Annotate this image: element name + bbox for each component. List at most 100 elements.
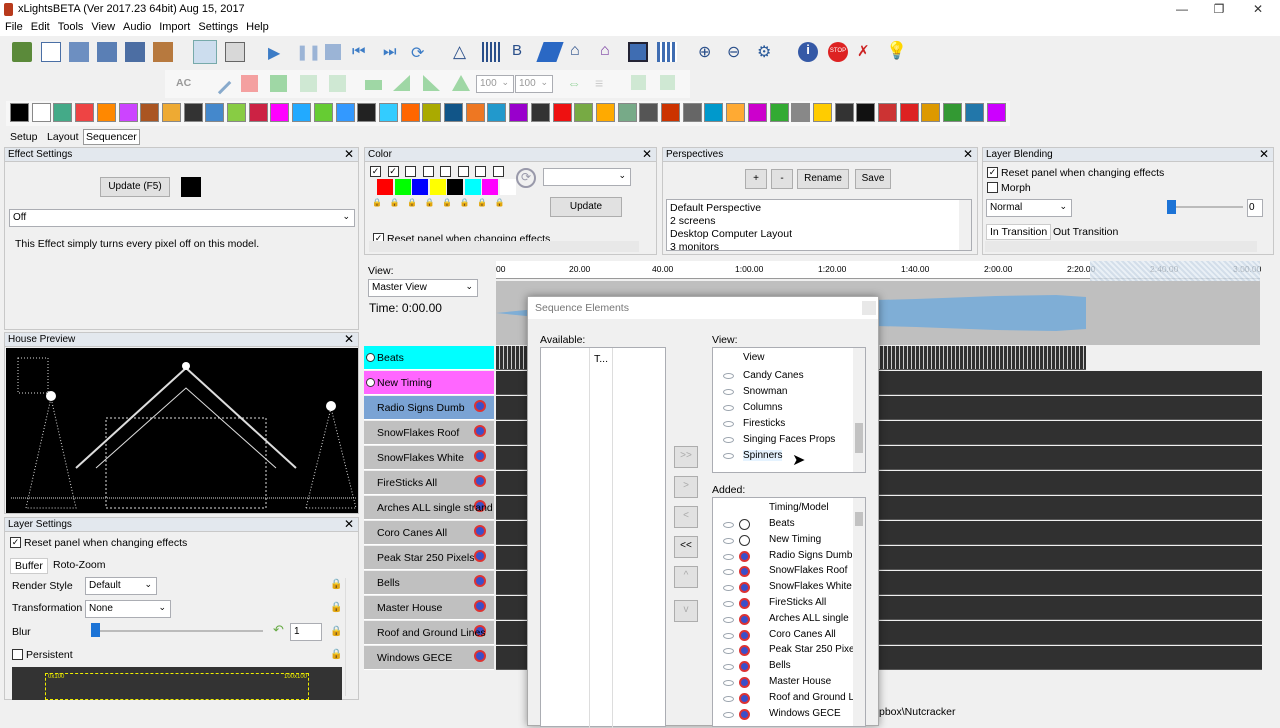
effect-icon[interactable] bbox=[227, 103, 246, 122]
intensity-icon[interactable] bbox=[365, 80, 382, 90]
swatch-checkbox[interactable] bbox=[422, 166, 434, 177]
menu-edit[interactable]: Edit bbox=[26, 20, 53, 33]
new-sequence-icon[interactable] bbox=[41, 42, 61, 62]
dialog-close-button[interactable] bbox=[862, 301, 876, 315]
timing-icon[interactable] bbox=[482, 42, 502, 62]
eye-icon[interactable] bbox=[723, 695, 734, 702]
grid-icon[interactable] bbox=[657, 42, 677, 62]
effect-icon[interactable] bbox=[661, 103, 680, 122]
color-swatch[interactable] bbox=[447, 179, 463, 195]
effect-icon[interactable] bbox=[465, 103, 485, 122]
save-perspective-button[interactable]: Save bbox=[855, 169, 891, 189]
effect-icon[interactable] bbox=[335, 103, 355, 122]
list-item[interactable]: Firesticks bbox=[743, 418, 785, 429]
lock-icon[interactable]: 🔒 bbox=[495, 198, 505, 207]
color-swatch[interactable] bbox=[394, 179, 411, 195]
list-item[interactable]: 2 screens bbox=[670, 215, 716, 227]
grid-vscroll[interactable] bbox=[1262, 345, 1274, 685]
effect-icon[interactable] bbox=[726, 103, 746, 122]
render-style-select[interactable]: Default ⌄ bbox=[85, 577, 157, 595]
move-all-right-button[interactable]: >> bbox=[674, 446, 698, 468]
effect-icon[interactable] bbox=[509, 103, 529, 122]
remove-perspective-button[interactable]: - bbox=[771, 169, 793, 189]
effect-icon[interactable] bbox=[422, 103, 442, 122]
blending-reset-checkbox[interactable]: ✓ bbox=[987, 167, 998, 178]
save-as-icon[interactable] bbox=[125, 42, 145, 62]
list-item[interactable]: Arches ALL single bbox=[769, 613, 849, 624]
effect-icon[interactable] bbox=[487, 103, 507, 122]
effect-icon[interactable] bbox=[812, 103, 832, 122]
ramp-up-icon[interactable] bbox=[393, 75, 410, 91]
color-swatch[interactable] bbox=[429, 179, 446, 195]
reset-arrow-icon[interactable]: ↶ bbox=[273, 622, 284, 638]
color-swatch[interactable] bbox=[181, 177, 201, 197]
rewind-icon[interactable]: ⏮ bbox=[352, 43, 372, 63]
close-icon[interactable]: ✕ bbox=[963, 147, 973, 161]
paste-by-time-icon[interactable] bbox=[225, 42, 245, 62]
view-list-header[interactable]: View bbox=[743, 352, 765, 363]
effect-icon[interactable] bbox=[10, 103, 29, 122]
eye-icon[interactable] bbox=[723, 680, 734, 686]
list-item[interactable]: Beats bbox=[769, 518, 795, 529]
paste-by-cell-icon[interactable] bbox=[193, 40, 217, 64]
menu-import[interactable]: Import bbox=[154, 20, 193, 33]
eye-icon[interactable] bbox=[723, 453, 734, 459]
effect-icon[interactable] bbox=[96, 103, 116, 122]
close-icon[interactable]: ✕ bbox=[1259, 147, 1269, 161]
eye-icon[interactable] bbox=[723, 711, 734, 718]
stop-icon[interactable] bbox=[325, 44, 341, 60]
effect-icon[interactable] bbox=[856, 103, 876, 122]
settings-gear-icon[interactable]: ⚙ bbox=[757, 42, 777, 62]
effect-icon[interactable] bbox=[552, 103, 572, 122]
row-header[interactable]: Coro Canes All bbox=[364, 521, 494, 545]
row-header[interactable]: New Timing bbox=[364, 371, 494, 395]
list-item[interactable]: 3 monitors bbox=[670, 241, 719, 253]
tab-sequencer[interactable]: Sequencer bbox=[83, 129, 140, 145]
blend-mode-select[interactable]: Normal ⌄ bbox=[986, 199, 1072, 217]
ac-end-spin[interactable]: 100 ⌄ bbox=[515, 75, 553, 93]
eye-icon[interactable] bbox=[723, 373, 734, 379]
swatch-checkbox[interactable]: ✓ bbox=[370, 166, 381, 177]
color-swatch[interactable] bbox=[482, 179, 498, 195]
available-col-header[interactable]: T... bbox=[594, 353, 608, 365]
eye-icon[interactable] bbox=[723, 632, 734, 639]
eye-icon[interactable] bbox=[723, 648, 734, 655]
rename-perspective-button[interactable]: Rename bbox=[797, 169, 849, 189]
list-item[interactable]: Candy Canes bbox=[743, 370, 804, 381]
lock-icon[interactable]: 🔒 bbox=[330, 626, 342, 637]
added-scroll-thumb[interactable] bbox=[855, 512, 863, 526]
close-icon[interactable]: ✕ bbox=[344, 332, 354, 346]
effect-icon[interactable] bbox=[444, 103, 463, 122]
close-icon[interactable]: ✕ bbox=[344, 517, 354, 531]
effect-icon[interactable] bbox=[357, 103, 377, 122]
ramp-down-icon[interactable] bbox=[423, 75, 440, 91]
swatch-checkbox[interactable] bbox=[492, 166, 504, 177]
model-preview-icon[interactable]: ⌂ bbox=[570, 42, 590, 62]
eye-icon[interactable] bbox=[723, 553, 734, 560]
lock-icon[interactable]: 🔒 bbox=[330, 579, 342, 590]
row-header[interactable]: FireSticks All bbox=[364, 471, 494, 495]
eye-icon[interactable] bbox=[723, 389, 734, 395]
effect-icon[interactable] bbox=[313, 103, 333, 122]
view-scroll-thumb[interactable] bbox=[855, 423, 863, 453]
tab-buffer[interactable]: Buffer bbox=[10, 558, 48, 574]
lock-icon[interactable]: 🔒 bbox=[477, 198, 487, 207]
blending-hscroll[interactable] bbox=[985, 241, 1257, 252]
move-down-button[interactable]: v bbox=[674, 600, 698, 622]
list-item[interactable]: Coro Canes All bbox=[769, 629, 836, 640]
view-list-scrollbar[interactable] bbox=[853, 348, 865, 472]
new-show-icon[interactable] bbox=[12, 42, 32, 62]
perspectives-scrollbar[interactable] bbox=[959, 200, 971, 250]
menu-help[interactable]: Help bbox=[241, 20, 272, 33]
add-perspective-button[interactable]: + bbox=[745, 169, 767, 189]
house-preview-icon[interactable]: ⌂ bbox=[600, 42, 620, 62]
layer-settings-scrollbar[interactable] bbox=[345, 578, 357, 696]
row-header[interactable]: Roof and Ground Lines bbox=[364, 621, 494, 645]
effect-icon[interactable] bbox=[639, 103, 659, 122]
eye-icon[interactable] bbox=[723, 664, 734, 671]
foreground-icon[interactable] bbox=[631, 75, 646, 90]
move-right-button[interactable]: > bbox=[674, 476, 698, 498]
effect-icon[interactable] bbox=[248, 103, 268, 122]
timing-radio[interactable] bbox=[366, 378, 375, 387]
effect-assist-icon[interactable]: △ bbox=[453, 42, 473, 62]
